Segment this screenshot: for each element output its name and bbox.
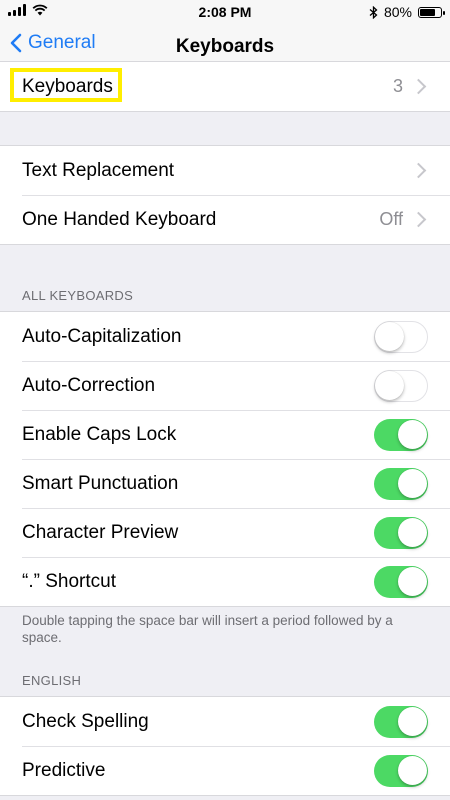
auto-correction-label: Auto-Correction [22,374,156,396]
shortcut-label: “.” Shortcut [22,570,116,592]
battery-percent: 80% [383,4,412,20]
toggle-knob [398,468,427,498]
auto-correction-toggle[interactable] [374,369,428,402]
enable-caps-lock-row: Enable Caps Lock [0,410,450,459]
text-options-group: Text Replacement One Handed Keyboard Off [0,145,450,245]
shortcut-row: “.” Shortcut [0,557,450,606]
one-handed-keyboard-label: One Handed Keyboard [22,208,217,230]
enable-caps-lock-toggle[interactable] [374,418,428,451]
toggle-knob [398,755,427,785]
status-bar: 2:08 PM 80% [0,0,450,24]
auto-capitalization-label: Auto-Capitalization [22,325,182,347]
all-keyboards-header: ALL KEYBOARDS [22,288,134,303]
battery-icon [418,6,445,18]
toggle-knob [375,370,404,400]
character-preview-row: Character Preview [0,508,450,557]
keyboards-count: 3 [392,76,403,96]
toggle-knob [398,706,427,736]
predictive-row: Predictive [0,746,450,795]
all-keyboards-group: Auto-Capitalization Auto-Correction Enable… [0,311,450,607]
smart-punctuation-toggle[interactable] [374,467,428,500]
english-header: ENGLISH [22,673,82,688]
auto-capitalization-row: Auto-Capitalization [0,312,450,361]
page-title: Keyboards [175,36,275,57]
battery-fill [420,8,436,16]
enable-caps-lock-label: Enable Caps Lock [22,423,177,445]
text-replacement-label: Text Replacement [22,159,175,181]
chevron-right-icon [410,162,427,179]
shortcut-footer-text: Double tapping the space bar will insert… [22,613,393,645]
text-replacement-row[interactable]: Text Replacement [0,146,450,195]
auto-capitalization-toggle[interactable] [374,320,428,353]
toggle-knob [398,566,427,596]
check-spelling-toggle[interactable] [374,705,428,738]
one-handed-keyboard-value: Off [379,209,403,229]
check-spelling-row: Check Spelling [0,697,450,746]
shortcut-toggle[interactable] [374,565,428,598]
check-spelling-label: Check Spelling [22,710,149,732]
predictive-label: Predictive [22,759,106,781]
character-preview-toggle[interactable] [374,516,428,549]
chevron-right-icon [410,78,427,95]
bluetooth-icon [369,5,378,19]
toggle-knob [398,419,427,449]
toggle-knob [398,517,427,547]
english-group: Check Spelling Predictive [0,696,450,796]
smart-punctuation-label: Smart Punctuation [22,472,179,494]
auto-correction-row: Auto-Correction [0,361,450,410]
character-preview-label: Character Preview [22,521,179,543]
predictive-toggle[interactable] [374,754,428,787]
one-handed-keyboard-row[interactable]: One Handed Keyboard Off [0,195,450,244]
status-right: 80% [369,4,445,20]
chevron-right-icon [410,211,427,228]
highlight-box [10,68,122,102]
smart-punctuation-row: Smart Punctuation [0,459,450,508]
toggle-knob [375,321,404,351]
